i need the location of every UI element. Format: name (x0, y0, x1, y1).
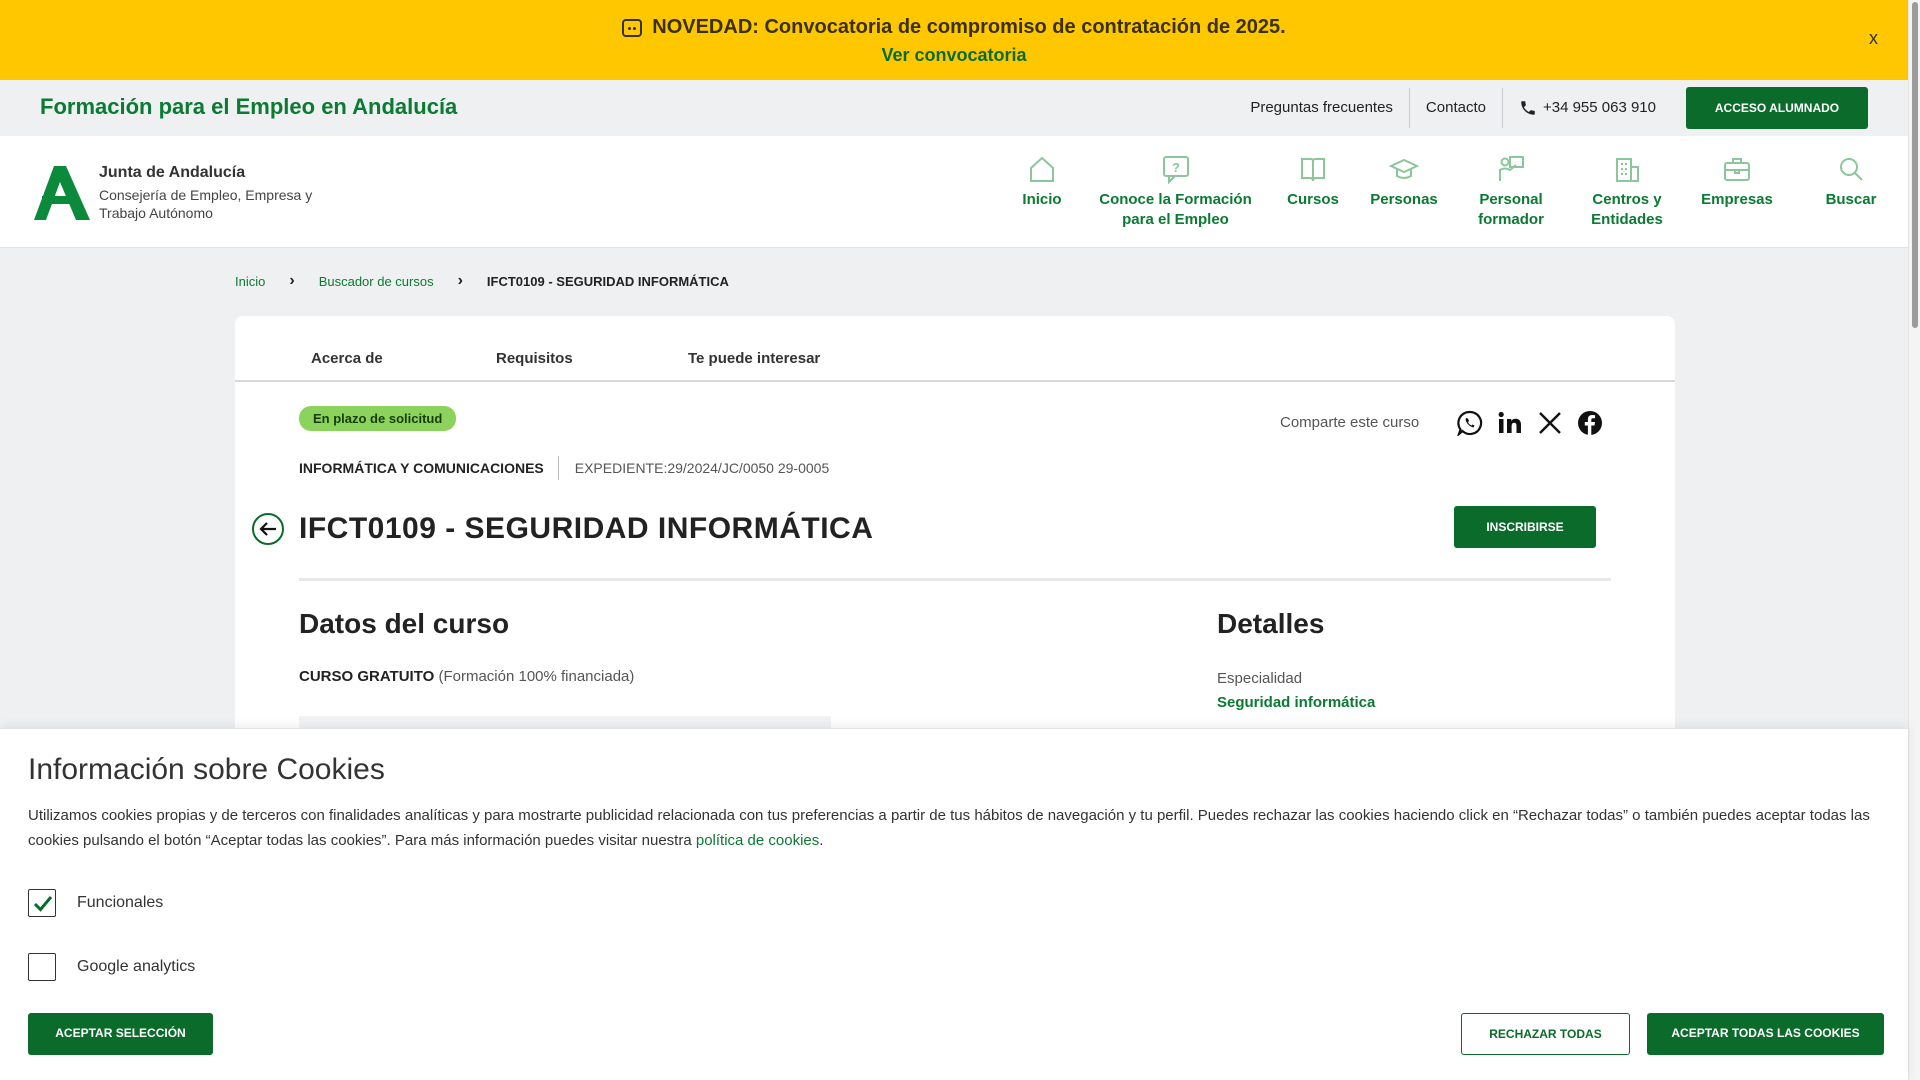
nav-item-empresas[interactable]: Empresas (1698, 154, 1776, 210)
top-bar: Formación para el Empleo en Andalucía Pr… (0, 80, 1908, 136)
page-scrollbar[interactable] (1908, 0, 1920, 1080)
reject-all-button[interactable]: RECHAZAR TODAS (1461, 1013, 1630, 1055)
cookie-banner: Información sobre Cookies Utilizamos coo… (0, 728, 1908, 1080)
cookie-description: Utilizamos cookies propias y de terceros… (28, 807, 1870, 849)
nav-label: Cursos (1287, 191, 1339, 208)
nav-label: Personas (1370, 191, 1438, 208)
question-icon: ? (1162, 156, 1189, 184)
specialty-label: Especialidad (1217, 670, 1303, 687)
breadcrumb-inicio[interactable]: Inicio (235, 274, 265, 289)
nav-item-buscar[interactable]: Buscar (1820, 154, 1882, 210)
nav-item-conoce[interactable]: ? Conoce la Formación para el Empleo (1098, 154, 1253, 230)
accept-selection-button[interactable]: ACEPTAR SELECCIÓN (28, 1013, 213, 1055)
checkbox-label: Google analytics (77, 958, 196, 975)
cookie-text-period: . (819, 832, 824, 849)
search-icon (1840, 158, 1863, 181)
main-header: Junta de Andalucía Consejería de Empleo,… (0, 136, 1908, 248)
nav-item-cursos[interactable]: Cursos (1280, 154, 1346, 210)
message-icon (622, 18, 643, 37)
free-course-label: CURSO GRATUITO (Formación 100% financiad… (299, 668, 634, 685)
nav-label: Personal formador (1478, 191, 1544, 228)
nav-item-centros[interactable]: Centros y Entidades (1579, 154, 1675, 230)
nav-label: Conoce la Formación para el Empleo (1099, 191, 1252, 228)
tab-requisitos[interactable]: Requisitos (496, 350, 573, 367)
free-course-title: CURSO GRATUITO (299, 668, 435, 685)
organization-name: Junta de Andalucía (99, 164, 246, 181)
chevron-right-icon: › (457, 272, 463, 289)
breadcrumb-current: IFCT0109 - SEGURIDAD INFORMÁTICA (486, 273, 729, 289)
details-heading: Detalles (1217, 608, 1325, 639)
announcement-message: NOVEDAD: Convocatoria de compromiso de c… (0, 16, 1908, 39)
breadcrumb: Inicio › Buscador de cursos › IFCT0109 -… (235, 272, 729, 290)
funcionales-checkbox[interactable] (28, 889, 56, 917)
check-icon (33, 896, 53, 912)
specialty-value[interactable]: Seguridad informática (1217, 694, 1375, 711)
graduation-cap-icon (1389, 158, 1419, 179)
tab-te-puede-interesar[interactable]: Te puede interesar (688, 350, 820, 367)
phone-link[interactable]: +34 955 063 910 (1503, 88, 1672, 128)
back-arrow-icon[interactable] (251, 512, 285, 546)
course-tabs: Acerca de Requisitos Te puede interesar (235, 316, 1675, 382)
announcement-bar: NOVEDAD: Convocatoria de compromiso de c… (0, 0, 1908, 80)
cookie-policy-link[interactable]: política de cookies (696, 832, 819, 849)
section-divider (299, 578, 1611, 581)
accept-all-cookies-button[interactable]: ACEPTAR TODAS LAS COOKIES (1647, 1013, 1884, 1055)
cookie-text: Utilizamos cookies propias y de terceros… (28, 803, 1888, 853)
announcement-text: NOVEDAD: Convocatoria de compromiso de c… (652, 16, 1286, 38)
x-twitter-icon[interactable] (1537, 410, 1563, 436)
teacher-icon (1499, 156, 1524, 181)
breadcrumb-buscador[interactable]: Buscador de cursos (319, 274, 434, 289)
scrollbar-thumb[interactable] (1912, 2, 1918, 328)
cookie-option-funcionales[interactable]: Funcionales (28, 889, 163, 917)
svg-text:?: ? (1172, 160, 1180, 175)
cookie-title: Información sobre Cookies (28, 753, 385, 786)
junta-andalucia-logo[interactable] (32, 166, 92, 222)
google-analytics-checkbox[interactable] (28, 953, 56, 981)
phone-icon (1521, 101, 1535, 115)
organization-subtitle: Consejería de Empleo, Empresa y Trabajo … (99, 187, 313, 221)
book-icon (1301, 158, 1325, 182)
nav-label: Centros y Entidades (1591, 191, 1663, 228)
nav-item-personas[interactable]: Personas (1367, 154, 1441, 210)
tab-acerca-de[interactable]: Acerca de (311, 350, 383, 367)
faq-link[interactable]: Preguntas frecuentes (1234, 88, 1410, 128)
enroll-button[interactable]: INSCRIBIRSE (1454, 506, 1596, 548)
course-expediente: EXPEDIENTE:29/2024/JC/0050 29-0005 (574, 460, 830, 476)
chevron-right-icon: › (289, 272, 295, 289)
building-icon (1616, 158, 1639, 182)
student-access-button[interactable]: ACCESO ALUMNADO (1686, 87, 1868, 129)
organization-block: Junta de Andalucía Consejería de Empleo,… (99, 164, 339, 222)
home-icon (1030, 156, 1054, 182)
close-announcement-button[interactable]: x (1869, 28, 1878, 49)
nav-item-inicio[interactable]: Inicio (1012, 154, 1072, 210)
top-links: Preguntas frecuentes Contacto +34 955 06… (1234, 87, 1868, 129)
announcement-link[interactable]: Ver convocatoria (0, 45, 1908, 66)
free-course-note: (Formación 100% financiada) (438, 668, 635, 685)
facebook-icon[interactable] (1577, 410, 1603, 436)
contact-link[interactable]: Contacto (1410, 88, 1503, 128)
share-label: Comparte este curso (1280, 414, 1420, 431)
briefcase-icon (1724, 158, 1750, 181)
linkedin-icon[interactable] (1497, 410, 1523, 436)
status-badge: En plazo de solicitud (299, 406, 457, 431)
cookie-option-google-analytics[interactable]: Google analytics (28, 953, 195, 981)
whatsapp-icon[interactable] (1457, 410, 1483, 436)
site-title[interactable]: Formación para el Empleo en Andalucía (40, 94, 457, 120)
nav-item-personal-formador[interactable]: Personal formador (1463, 154, 1559, 230)
nav-label: Inicio (1022, 191, 1062, 208)
course-meta: INFORMÁTICA Y COMUNICACIONES EXPEDIENTE:… (299, 456, 829, 480)
course-title: IFCT0109 - SEGURIDAD INFORMÁTICA (299, 512, 874, 545)
course-data-heading: Datos del curso (299, 608, 510, 639)
nav-label: Empresas (1701, 191, 1773, 208)
course-category: INFORMÁTICA Y COMUNICACIONES (299, 456, 559, 480)
nav-label: Buscar (1825, 191, 1877, 208)
checkbox-label: Funcionales (77, 894, 164, 911)
phone-number: +34 955 063 910 (1542, 99, 1656, 116)
